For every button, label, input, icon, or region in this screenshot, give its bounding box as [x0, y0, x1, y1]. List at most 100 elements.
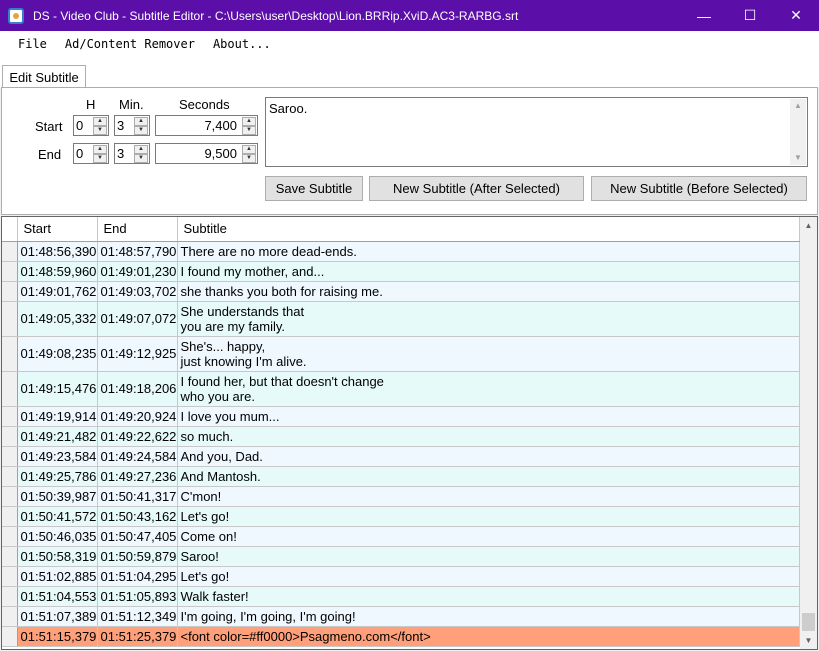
- table-row[interactable]: 01:50:39,987 01:50:41,317 C'mon!: [2, 486, 800, 507]
- end-minutes-stepper[interactable]: 3 ▲ ▼: [114, 143, 150, 164]
- row-header[interactable]: [2, 466, 18, 487]
- cell-subtitle[interactable]: Come on!: [177, 526, 800, 547]
- row-header[interactable]: [2, 446, 18, 467]
- cell-start[interactable]: 01:51:04,553: [17, 586, 98, 607]
- minimize-button[interactable]: —: [681, 0, 727, 31]
- cell-start[interactable]: 01:51:02,885: [17, 566, 98, 587]
- cell-subtitle[interactable]: I'm going, I'm going, I'm going!: [177, 606, 800, 627]
- cell-end[interactable]: 01:51:05,893: [97, 586, 178, 607]
- table-row[interactable]: 01:49:08,235 01:49:12,925 She's... happy, j…: [2, 336, 800, 372]
- cell-start[interactable]: 01:50:41,572: [17, 506, 98, 527]
- cell-start[interactable]: 01:49:19,914: [17, 406, 98, 427]
- cell-subtitle[interactable]: She's... happy, just knowing I'm alive.: [177, 336, 800, 372]
- chevron-up-icon[interactable]: ▲: [242, 145, 256, 154]
- grid-scrollbar[interactable]: ▲ ▼: [800, 217, 817, 649]
- cell-end[interactable]: 01:49:18,206: [97, 371, 178, 407]
- end-seconds-stepper[interactable]: 9,500 ▲ ▼: [155, 143, 258, 164]
- table-row[interactable]: 01:51:07,389 01:51:12,349 I'm going, I'm g…: [2, 606, 800, 627]
- row-header[interactable]: [2, 586, 18, 607]
- cell-subtitle[interactable]: And Mantosh.: [177, 466, 800, 487]
- scroll-down-icon[interactable]: ▼: [800, 632, 817, 649]
- table-row[interactable]: 01:49:21,482 01:49:22,622 so much.: [2, 426, 800, 447]
- maximize-button[interactable]: ☐: [727, 0, 773, 31]
- cell-start[interactable]: 01:49:05,332: [17, 301, 98, 337]
- cell-subtitle[interactable]: Walk faster!: [177, 586, 800, 607]
- table-row[interactable]: 01:49:19,914 01:49:20,924 I love you mum..…: [2, 406, 800, 427]
- row-header[interactable]: [2, 526, 18, 547]
- row-header[interactable]: [2, 241, 18, 262]
- table-row[interactable]: 01:50:41,572 01:50:43,162 Let's go!: [2, 506, 800, 527]
- menu-ad-content-remover[interactable]: Ad/Content Remover: [56, 37, 204, 51]
- row-header[interactable]: [2, 406, 18, 427]
- cell-end[interactable]: 01:49:22,622: [97, 426, 178, 447]
- scroll-up-icon[interactable]: ▲: [790, 99, 806, 113]
- menu-file[interactable]: File: [9, 37, 56, 51]
- chevron-up-icon[interactable]: ▲: [93, 145, 107, 154]
- cell-start[interactable]: 01:49:15,476: [17, 371, 98, 407]
- save-subtitle-button[interactable]: Save Subtitle: [265, 176, 363, 201]
- row-header[interactable]: [2, 566, 18, 587]
- cell-subtitle[interactable]: she thanks you both for raising me.: [177, 281, 800, 302]
- cell-start[interactable]: 01:49:01,762: [17, 281, 98, 302]
- cell-subtitle[interactable]: I love you mum...: [177, 406, 800, 427]
- row-header[interactable]: [2, 426, 18, 447]
- cell-end[interactable]: 01:49:03,702: [97, 281, 178, 302]
- cell-start[interactable]: 01:51:15,379: [17, 626, 98, 647]
- menu-about[interactable]: About...: [204, 37, 280, 51]
- start-minutes-stepper[interactable]: 3 ▲ ▼: [114, 115, 150, 136]
- cell-end[interactable]: 01:51:04,295: [97, 566, 178, 587]
- table-row[interactable]: 01:50:46,035 01:50:47,405 Come on!: [2, 526, 800, 547]
- start-seconds-stepper[interactable]: 7,400 ▲ ▼: [155, 115, 258, 136]
- table-row[interactable]: 01:48:56,390 01:48:57,790 There are no mor…: [2, 241, 800, 262]
- end-hours-stepper[interactable]: 0 ▲ ▼: [73, 143, 109, 164]
- scroll-up-icon[interactable]: ▲: [800, 217, 817, 234]
- scroll-down-icon[interactable]: ▼: [790, 151, 806, 165]
- row-header[interactable]: [2, 506, 18, 527]
- subtitle-text-input[interactable]: Saroo. ▲ ▼: [265, 97, 808, 167]
- table-row[interactable]: 01:48:59,960 01:49:01,230 I found my mothe…: [2, 261, 800, 282]
- chevron-down-icon[interactable]: ▼: [134, 154, 148, 163]
- text-scrollbar[interactable]: ▲ ▼: [790, 99, 806, 165]
- cell-subtitle[interactable]: so much.: [177, 426, 800, 447]
- cell-end[interactable]: 01:48:57,790: [97, 241, 178, 262]
- row-header[interactable]: [2, 261, 18, 282]
- table-row[interactable]: 01:49:01,762 01:49:03,702 she thanks you b…: [2, 281, 800, 302]
- column-header-subtitle[interactable]: Subtitle: [177, 217, 800, 242]
- cell-start[interactable]: 01:51:07,389: [17, 606, 98, 627]
- cell-end[interactable]: 01:49:01,230: [97, 261, 178, 282]
- cell-subtitle[interactable]: Let's go!: [177, 506, 800, 527]
- column-header-start[interactable]: Start: [17, 217, 98, 242]
- table-row[interactable]: 01:49:05,332 01:49:07,072 She understands …: [2, 301, 800, 337]
- cell-subtitle[interactable]: C'mon!: [177, 486, 800, 507]
- row-header[interactable]: [2, 546, 18, 567]
- cell-end[interactable]: 01:49:07,072: [97, 301, 178, 337]
- row-header[interactable]: [2, 371, 18, 407]
- cell-start[interactable]: 01:50:46,035: [17, 526, 98, 547]
- table-row[interactable]: 01:49:23,584 01:49:24,584 And you, Dad.: [2, 446, 800, 467]
- chevron-down-icon[interactable]: ▼: [93, 154, 107, 163]
- row-header[interactable]: [2, 626, 18, 647]
- new-subtitle-after-button[interactable]: New Subtitle (After Selected): [369, 176, 584, 201]
- table-row[interactable]: 01:51:04,553 01:51:05,893 Walk faster!: [2, 586, 800, 607]
- cell-subtitle[interactable]: Let's go!: [177, 566, 800, 587]
- cell-start[interactable]: 01:50:39,987: [17, 486, 98, 507]
- chevron-up-icon[interactable]: ▲: [134, 145, 148, 154]
- cell-end[interactable]: 01:50:59,879: [97, 546, 178, 567]
- cell-end[interactable]: 01:49:27,236: [97, 466, 178, 487]
- chevron-down-icon[interactable]: ▼: [242, 154, 256, 163]
- row-header[interactable]: [2, 336, 18, 372]
- subtitle-grid[interactable]: Start End Subtitle 01:48:56,390 01:48:57,…: [1, 216, 818, 650]
- cell-subtitle[interactable]: I found her, but that doesn't change who …: [177, 371, 800, 407]
- start-hours-stepper[interactable]: 0 ▲ ▼: [73, 115, 109, 136]
- cell-end[interactable]: 01:49:24,584: [97, 446, 178, 467]
- chevron-down-icon[interactable]: ▼: [134, 126, 148, 135]
- tab-edit-subtitle[interactable]: Edit Subtitle: [2, 65, 86, 89]
- row-header[interactable]: [2, 281, 18, 302]
- cell-end[interactable]: 01:51:25,379: [97, 626, 178, 647]
- cell-subtitle[interactable]: There are no more dead-ends.: [177, 241, 800, 262]
- column-header-end[interactable]: End: [97, 217, 178, 242]
- cell-subtitle[interactable]: She understands that you are my family.: [177, 301, 800, 337]
- chevron-down-icon[interactable]: ▼: [93, 126, 107, 135]
- cell-start[interactable]: 01:48:59,960: [17, 261, 98, 282]
- chevron-up-icon[interactable]: ▲: [242, 117, 256, 126]
